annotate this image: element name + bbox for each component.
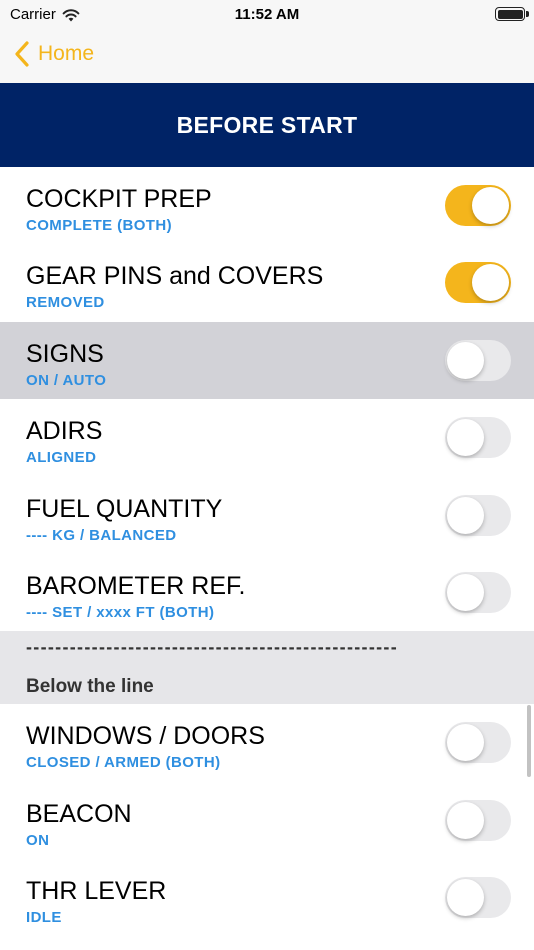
item-title: BEACON xyxy=(26,799,132,828)
checklist-item-barometer-ref[interactable]: BAROMETER REF. ---- SET / xxxx FT (BOTH) xyxy=(0,553,534,632)
checklist-item-gear-pins[interactable]: GEAR PINS and COVERS REMOVED xyxy=(0,244,534,322)
section-label: Below the line xyxy=(26,676,154,698)
checklist-item-signs[interactable]: SIGNS ON / AUTO xyxy=(0,321,534,400)
item-subtitle: ALIGNED xyxy=(26,449,97,467)
checklist-item-thr-lever[interactable]: THR LEVER IDLE xyxy=(0,859,534,937)
back-label: Home xyxy=(38,42,95,65)
section-divider-dashes: ----------------------------------------… xyxy=(26,637,399,658)
navigation-bar: Home xyxy=(0,30,534,83)
checklist-item-beacon[interactable]: BEACON ON xyxy=(0,781,534,860)
item-title: GEAR PINS and COVERS xyxy=(26,262,324,291)
item-title: WINDOWS / DOORS xyxy=(26,722,265,751)
chevron-left-icon xyxy=(15,41,29,67)
scroll-indicator[interactable] xyxy=(527,705,531,777)
toggle-switch[interactable] xyxy=(445,722,511,764)
toggle-switch[interactable] xyxy=(445,877,511,919)
item-subtitle: ---- SET / xxxx FT (BOTH) xyxy=(26,603,215,621)
item-subtitle: CLOSED / ARMED (BOTH) xyxy=(26,754,221,772)
toggle-switch[interactable] xyxy=(445,799,511,841)
toggle-switch[interactable] xyxy=(445,262,511,304)
item-title: BAROMETER REF. xyxy=(26,571,246,600)
item-title: THR LEVER xyxy=(26,877,167,906)
back-button[interactable]: Home xyxy=(14,40,94,68)
item-subtitle: IDLE xyxy=(26,909,62,927)
item-subtitle: REMOVED xyxy=(26,294,105,312)
status-bar: Carrier 11:52 AM xyxy=(0,0,534,30)
checklist-item-windows-doors[interactable]: WINDOWS / DOORS CLOSED / ARMED (BOTH) xyxy=(0,704,534,782)
toggle-switch[interactable] xyxy=(445,417,511,459)
section-header-below-the-line: ----------------------------------------… xyxy=(0,631,534,705)
item-subtitle: COMPLETE (BOTH) xyxy=(26,217,172,234)
checklist-item-cockpit-prep[interactable]: COCKPIT PREP COMPLETE (BOTH) xyxy=(0,167,534,245)
item-title: ADIRS xyxy=(26,417,103,446)
battery-icon xyxy=(495,7,529,21)
item-title: COCKPIT PREP xyxy=(26,185,212,213)
toggle-switch[interactable] xyxy=(445,339,511,381)
item-subtitle: ON / AUTO xyxy=(26,371,107,389)
checklist: COCKPIT PREP COMPLETE (BOTH) GEAR PINS a… xyxy=(0,167,534,937)
item-title: FUEL QUANTITY xyxy=(26,494,223,523)
item-subtitle: ON xyxy=(26,831,50,849)
page-title: BEFORE START xyxy=(176,111,358,138)
status-time: 11:52 AM xyxy=(234,6,300,23)
item-title: SIGNS xyxy=(26,339,104,368)
checklist-header: BEFORE START xyxy=(0,83,534,167)
item-subtitle: ---- KG / BALANCED xyxy=(26,526,177,544)
toggle-switch[interactable] xyxy=(445,571,511,613)
checklist-item-adirs[interactable]: ADIRS ALIGNED xyxy=(0,399,534,477)
toggle-switch[interactable] xyxy=(445,185,511,226)
checklist-item-fuel-quantity[interactable]: FUEL QUANTITY ---- KG / BALANCED xyxy=(0,476,534,554)
toggle-switch[interactable] xyxy=(445,494,511,536)
